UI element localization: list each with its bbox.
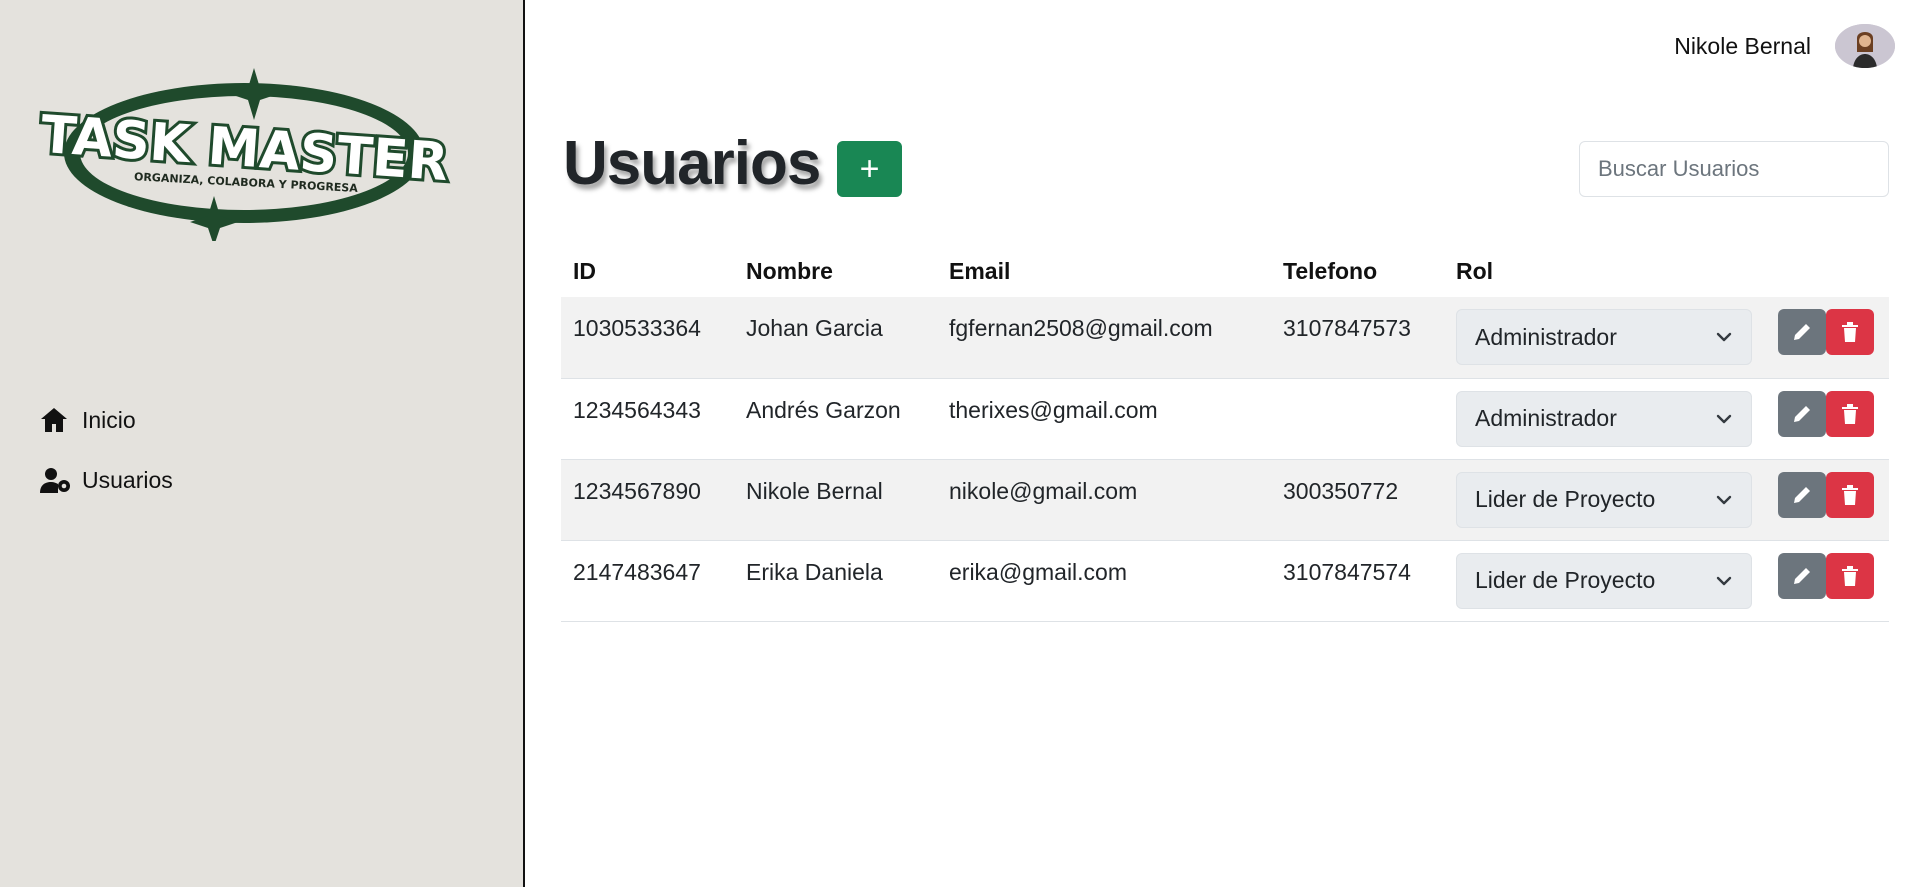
cell-email: therixes@gmail.com [937,378,1271,460]
sidebar-item-usuarios[interactable]: Usuarios [40,450,173,510]
cell-id: 1234564343 [561,378,734,460]
cell-email: fgfernan2508@gmail.com [937,297,1271,379]
table-row: 2147483647 Erika Daniela erika@gmail.com… [561,540,1889,622]
column-header-actions [1766,245,1889,297]
trash-icon [1842,322,1858,342]
cell-role: Administrador [1444,297,1766,379]
table-row: 1030533364 Johan Garcia fgfernan2508@gma… [561,297,1889,379]
cell-name: Erika Daniela [734,540,937,622]
sidebar-item-label: Usuarios [82,466,173,493]
chevron-down-icon [1716,414,1732,423]
pencil-icon [1794,486,1810,503]
role-select-value: Lider de Proyecto [1475,486,1656,512]
home-icon [40,405,74,435]
cell-role: Lider de Proyecto [1444,459,1766,541]
edit-button[interactable] [1778,552,1826,599]
chevron-down-icon [1716,576,1732,585]
role-select[interactable]: Administrador [1456,309,1752,365]
cell-id: 1234567890 [561,459,734,541]
role-select-value: Lider de Proyecto [1475,567,1656,593]
cell-name: Nikole Bernal [734,459,937,541]
table-header-row: ID Nombre Email Telefono Rol [561,245,1889,297]
cell-actions [1766,540,1889,622]
table-row: 1234567890 Nikole Bernal nikole@gmail.co… [561,459,1889,541]
user-menu[interactable]: Nikole Bernal [1674,24,1895,68]
role-select[interactable]: Lider de Proyecto [1456,552,1752,609]
sidebar-item-label: Inicio [82,406,136,433]
cell-role: Lider de Proyecto [1444,540,1766,622]
users-table: ID Nombre Email Telefono Rol 1030533364 … [561,245,1889,622]
sidebar-nav: Inicio Usuarios [40,390,173,510]
sidebar: TASK MASTER ORGANIZA, COLABORA Y PROGRES… [0,0,525,887]
user-name: Nikole Bernal [1674,32,1811,59]
cell-email: nikole@gmail.com [937,459,1271,541]
cell-actions [1766,378,1889,460]
trash-icon [1842,484,1858,505]
cell-name: Andrés Garzon [734,378,937,460]
page-title: Usuarios [563,129,821,198]
cell-email: erika@gmail.com [937,540,1271,622]
trash-icon [1842,565,1858,586]
column-header-nombre: Nombre [746,257,833,284]
sidebar-item-inicio[interactable]: Inicio [40,390,173,450]
cell-name: Johan Garcia [734,297,937,379]
pencil-icon [1794,405,1810,422]
cell-phone [1271,378,1444,460]
role-select-value: Administrador [1475,323,1617,350]
avatar[interactable] [1835,24,1895,68]
role-select[interactable]: Administrador [1456,390,1752,447]
table-row: 1234564343 Andrés Garzon therixes@gmail.… [561,378,1889,460]
delete-button[interactable] [1826,471,1874,518]
edit-button[interactable] [1778,390,1826,437]
search-input[interactable] [1579,141,1889,197]
user-gear-icon [40,465,74,495]
trash-icon [1842,403,1858,424]
pencil-icon [1794,567,1810,584]
cell-actions [1766,459,1889,541]
chevron-down-icon [1716,495,1732,504]
cell-phone: 300350772 [1271,459,1444,541]
delete-button[interactable] [1826,390,1874,437]
main-content: Nikole Bernal Usuarios + ID Nombre Email… [527,0,1925,887]
cell-phone: 3107847573 [1271,297,1444,379]
column-header-telefono: Telefono [1283,257,1378,284]
role-select[interactable]: Lider de Proyecto [1456,471,1752,528]
chevron-down-icon [1716,332,1732,342]
task-master-logo[interactable]: TASK MASTER ORGANIZA, COLABORA Y PROGRES… [34,66,454,241]
edit-button[interactable] [1778,309,1826,355]
pencil-icon [1794,324,1810,340]
cell-actions [1766,297,1889,379]
cell-id: 2147483647 [561,540,734,622]
column-header-id: ID [573,257,596,284]
column-header-rol: Rol [1456,257,1494,284]
delete-button[interactable] [1826,309,1874,355]
column-header-email: Email [949,257,1011,284]
edit-button[interactable] [1778,471,1826,518]
delete-button[interactable] [1826,552,1874,599]
role-select-value: Administrador [1475,405,1617,431]
cell-id: 1030533364 [561,297,734,379]
cell-phone: 3107847574 [1271,540,1444,622]
add-user-button[interactable]: + [837,141,902,197]
cell-role: Administrador [1444,378,1766,460]
